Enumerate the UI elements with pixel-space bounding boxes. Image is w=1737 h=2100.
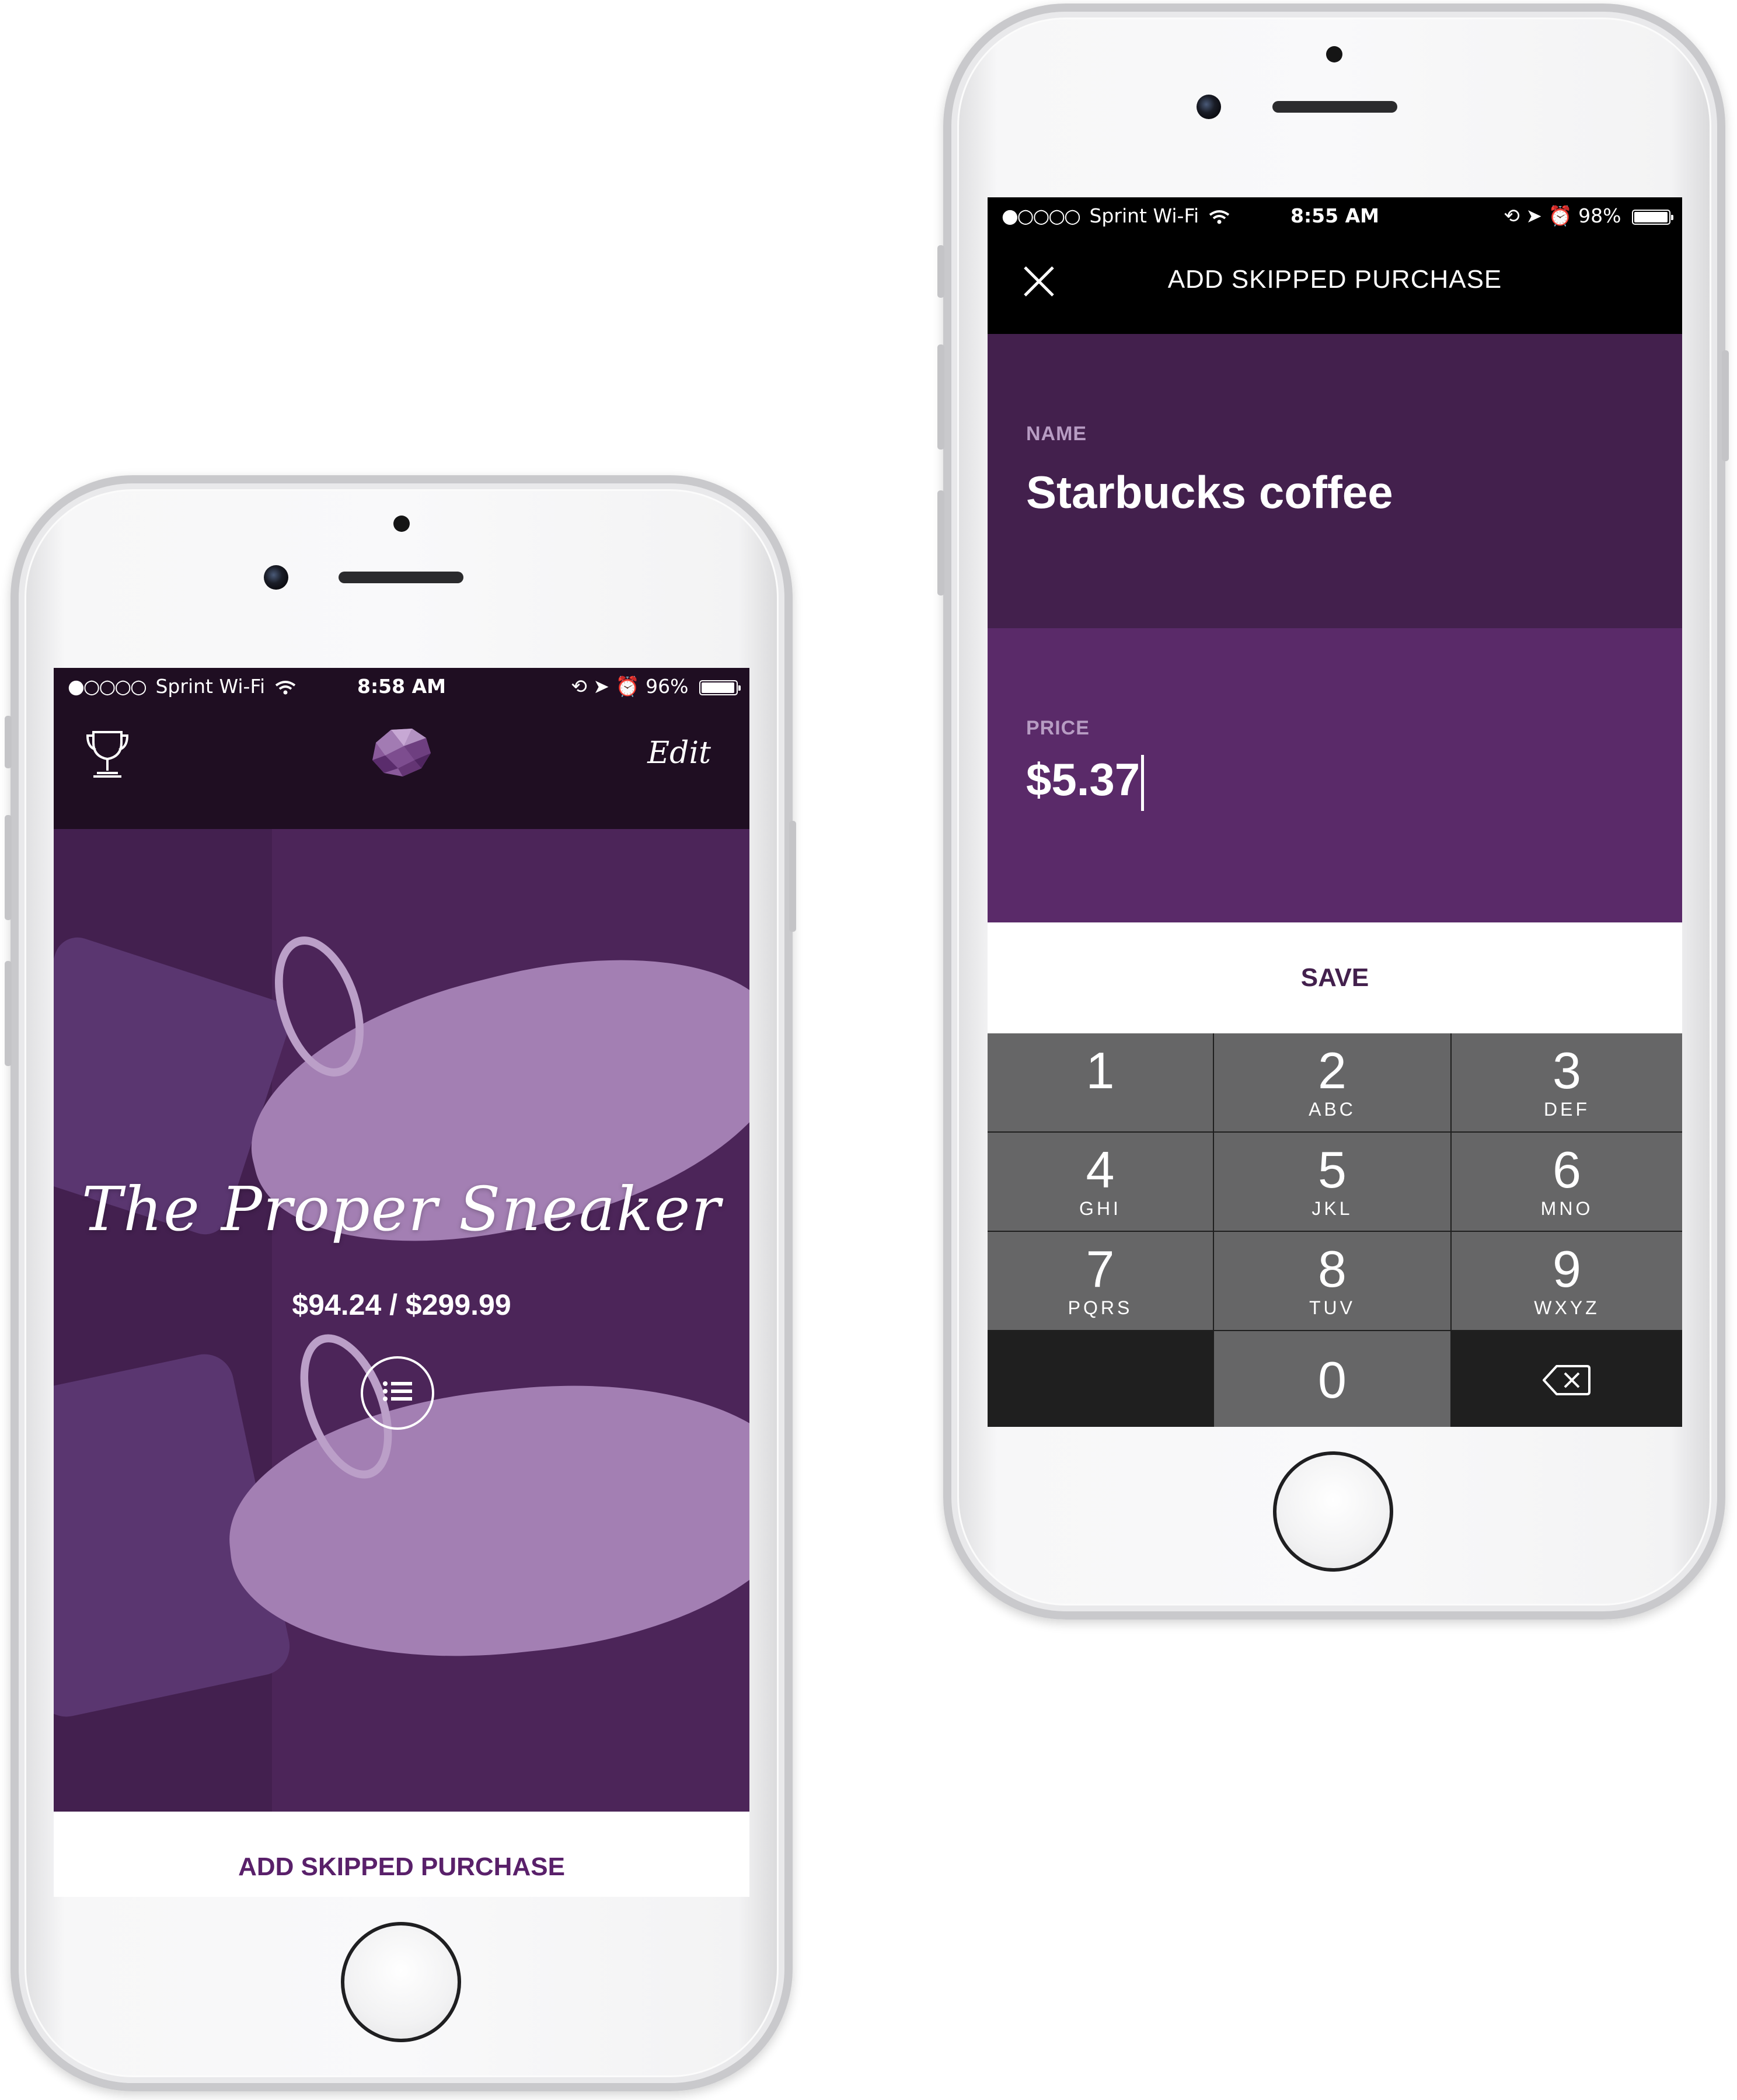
left-phone-front-camera [264, 565, 288, 590]
save-button[interactable]: SAVE [988, 922, 1682, 1033]
key-empty [988, 1331, 1213, 1427]
right-phone-front-camera [1197, 95, 1221, 119]
add-skipped-purchase-label: ADD SKIPPED PURCHASE [238, 1852, 565, 1881]
piggy-bank-logo [372, 729, 431, 776]
location-icon: ➤ [593, 675, 610, 698]
goal-title: The Proper Sneaker [81, 1173, 722, 1245]
right-phone-power-button [1722, 350, 1729, 461]
key-0[interactable]: 0 [1214, 1331, 1450, 1427]
goal-hero: The Proper Sneaker $94.24 / $299.99 [54, 829, 749, 1812]
battery-percent: 96% [646, 675, 689, 698]
goal-progress: $94.24 / $299.99 [292, 1288, 511, 1321]
right-phone-sensor [1326, 46, 1342, 62]
add-skipped-purchase-button[interactable]: ADD SKIPPED PURCHASE [54, 1812, 749, 1897]
price-field-label: PRICE [1026, 717, 1090, 739]
name-field-value: Starbucks coffee [1026, 466, 1393, 518]
name-field-label: NAME [1026, 423, 1087, 445]
location-icon: ➤ [1526, 204, 1543, 227]
key-2[interactable]: 2 ABC [1214, 1033, 1450, 1131]
left-phone-mute-switch [5, 716, 12, 768]
trophy-icon[interactable] [86, 729, 128, 778]
left-phone-speaker [339, 572, 463, 583]
price-field-value: $5.37 [1026, 754, 1140, 805]
key-6[interactable]: 6 MNO [1452, 1133, 1682, 1231]
name-field[interactable]: NAME Starbucks coffee [988, 334, 1682, 628]
price-field[interactable]: PRICE $5.37 [988, 628, 1682, 922]
left-phone-power-button [789, 821, 796, 932]
key-3[interactable]: 3 DEF [1452, 1033, 1682, 1131]
edit-button[interactable]: Edit [647, 736, 711, 771]
key-4[interactable]: 4 GHI [988, 1133, 1213, 1231]
left-phone-screen: ●○○○○ Sprint Wi-Fi 8:58 AM ⟲ ➤ ⏰ 96% Edi… [54, 668, 749, 1897]
rotation-lock-icon: ⟲ [571, 675, 587, 698]
save-label: SAVE [1300, 963, 1369, 992]
rotation-lock-icon: ⟲ [1504, 204, 1520, 227]
numeric-keypad: 1 2 ABC 3 DEF 4 GHI 5 JKL 6 MNO 7 PQRS 8 [988, 1033, 1682, 1427]
right-phone-speaker [1272, 101, 1397, 113]
left-phone-volume-down [5, 961, 12, 1066]
right-phone-screen: ●○○○○ Sprint Wi-Fi 8:55 AM ⟲ ➤ ⏰ 98% ADD… [988, 197, 1682, 1427]
key-7[interactable]: 7 PQRS [988, 1232, 1213, 1330]
left-phone-home-button[interactable] [341, 1922, 461, 2042]
left-phone-sensor [393, 516, 410, 532]
right-phone-mute-switch [937, 245, 944, 298]
right-phone-volume-down [937, 490, 944, 595]
status-bar: ●○○○○ Sprint Wi-Fi 8:58 AM ⟲ ➤ ⏰ 96% [54, 668, 749, 703]
status-bar: ●○○○○ Sprint Wi-Fi 8:55 AM ⟲ ➤ ⏰ 98% [988, 197, 1682, 232]
key-8[interactable]: 8 TUV [1214, 1232, 1450, 1330]
alarm-icon: ⏰ [615, 675, 640, 698]
backspace-icon [1543, 1365, 1590, 1395]
right-phone-volume-up [937, 344, 944, 450]
key-1[interactable]: 1 [988, 1033, 1213, 1131]
battery-icon [699, 680, 741, 695]
nav-bar: Edit [54, 703, 749, 829]
key-9[interactable]: 9 WXYZ [1452, 1232, 1682, 1330]
left-phone-volume-up [5, 815, 12, 920]
battery-icon [1632, 209, 1673, 225]
list-icon [383, 1381, 412, 1401]
battery-percent: 98% [1578, 204, 1621, 227]
right-phone-home-button[interactable] [1273, 1451, 1393, 1572]
list-button[interactable] [361, 1356, 434, 1430]
delete-key[interactable] [1452, 1331, 1682, 1427]
text-cursor [1141, 755, 1145, 812]
nav-bar: ADD SKIPPED PURCHASE [988, 232, 1682, 334]
key-5[interactable]: 5 JKL [1214, 1133, 1450, 1231]
alarm-icon: ⏰ [1548, 204, 1572, 227]
screen-title: ADD SKIPPED PURCHASE [1167, 265, 1502, 294]
